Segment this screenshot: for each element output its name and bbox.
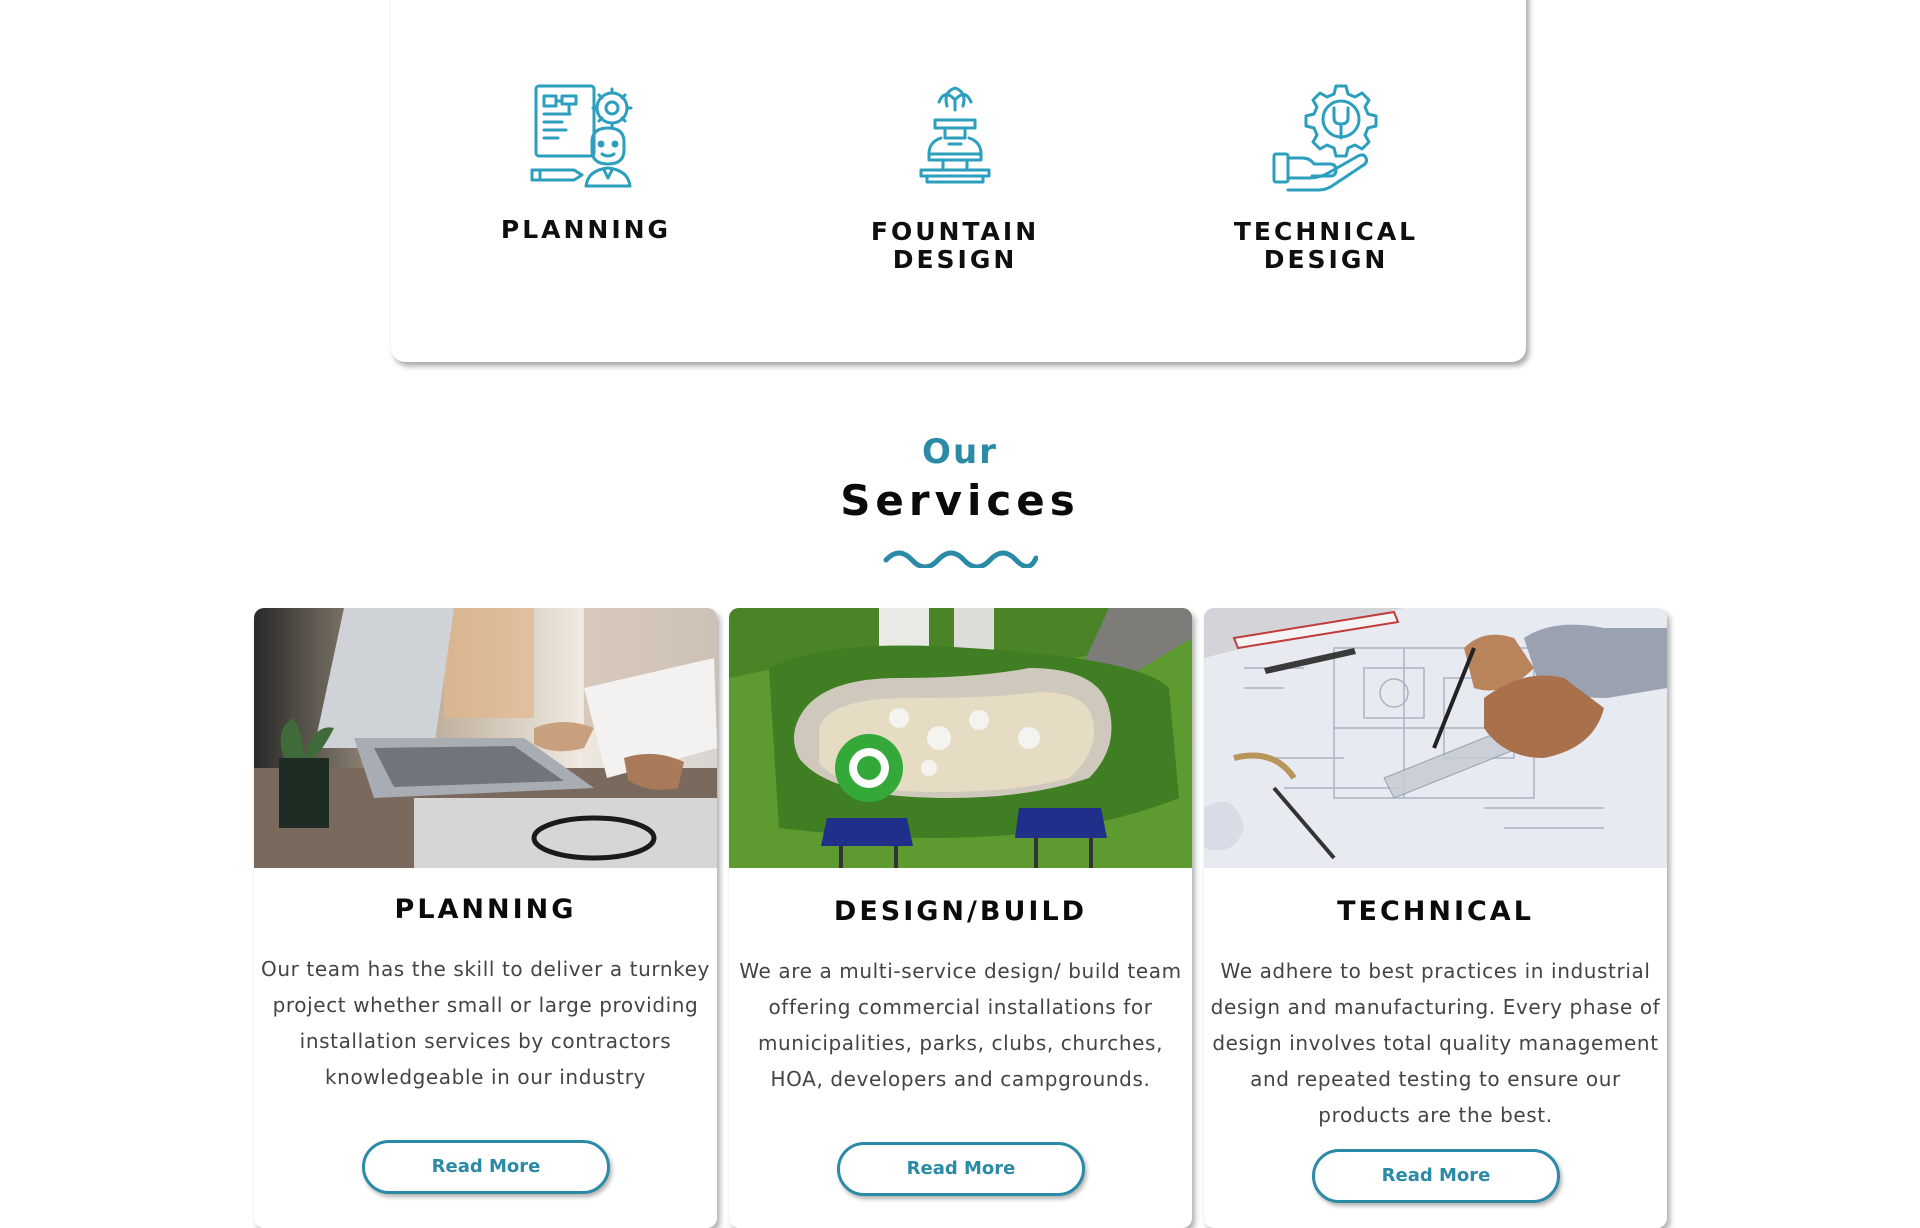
feature-label: PLANNING <box>500 215 672 244</box>
service-description: We are a multi-service design/ build tea… <box>739 959 1182 1091</box>
service-card-technical: TECHNICAL We adhere to best practices in… <box>1204 608 1667 1228</box>
planning-blueprint-icon <box>530 84 633 188</box>
heading-eyebrow: Our <box>922 432 998 472</box>
splash-park-image <box>729 608 1192 868</box>
read-more-button[interactable]: Read More <box>1312 1149 1560 1203</box>
service-title: PLANNING <box>394 894 577 925</box>
feature-label: TECHNICAL DESIGN <box>1233 217 1419 274</box>
wave-divider-icon <box>883 550 1038 568</box>
heading-title: Services <box>840 476 1080 525</box>
feature-planning[interactable]: PLANNING <box>436 80 736 244</box>
service-title: DESIGN/BUILD <box>833 896 1088 927</box>
service-description: Our team has the skill to deliver a turn… <box>261 957 710 1089</box>
services-heading: Our Services <box>760 430 1160 568</box>
features-card: PLANNING FOUNTAIN DESIGN TECHNICAL DESIG… <box>391 0 1526 362</box>
service-title: TECHNICAL <box>1337 896 1534 927</box>
feature-technical-design[interactable]: TECHNICAL DESIGN <box>1176 80 1476 274</box>
service-description: We adhere to best practices in industria… <box>1210 959 1661 1127</box>
service-card-design-build: DESIGN/BUILD We are a multi-service desi… <box>729 608 1192 1228</box>
gear-wrench-hand-icon <box>1272 84 1378 192</box>
read-more-button[interactable]: Read More <box>837 1142 1085 1196</box>
blueprint-drafting-image <box>1204 608 1667 868</box>
read-more-button[interactable]: Read More <box>362 1140 610 1194</box>
service-card-planning: PLANNING Our team has the skill to deliv… <box>254 608 717 1228</box>
feature-fountain-design[interactable]: FOUNTAIN DESIGN <box>805 80 1105 274</box>
laptop-office-image <box>254 608 717 868</box>
feature-label: FOUNTAIN DESIGN <box>870 217 1040 274</box>
fountain-icon <box>919 86 991 184</box>
